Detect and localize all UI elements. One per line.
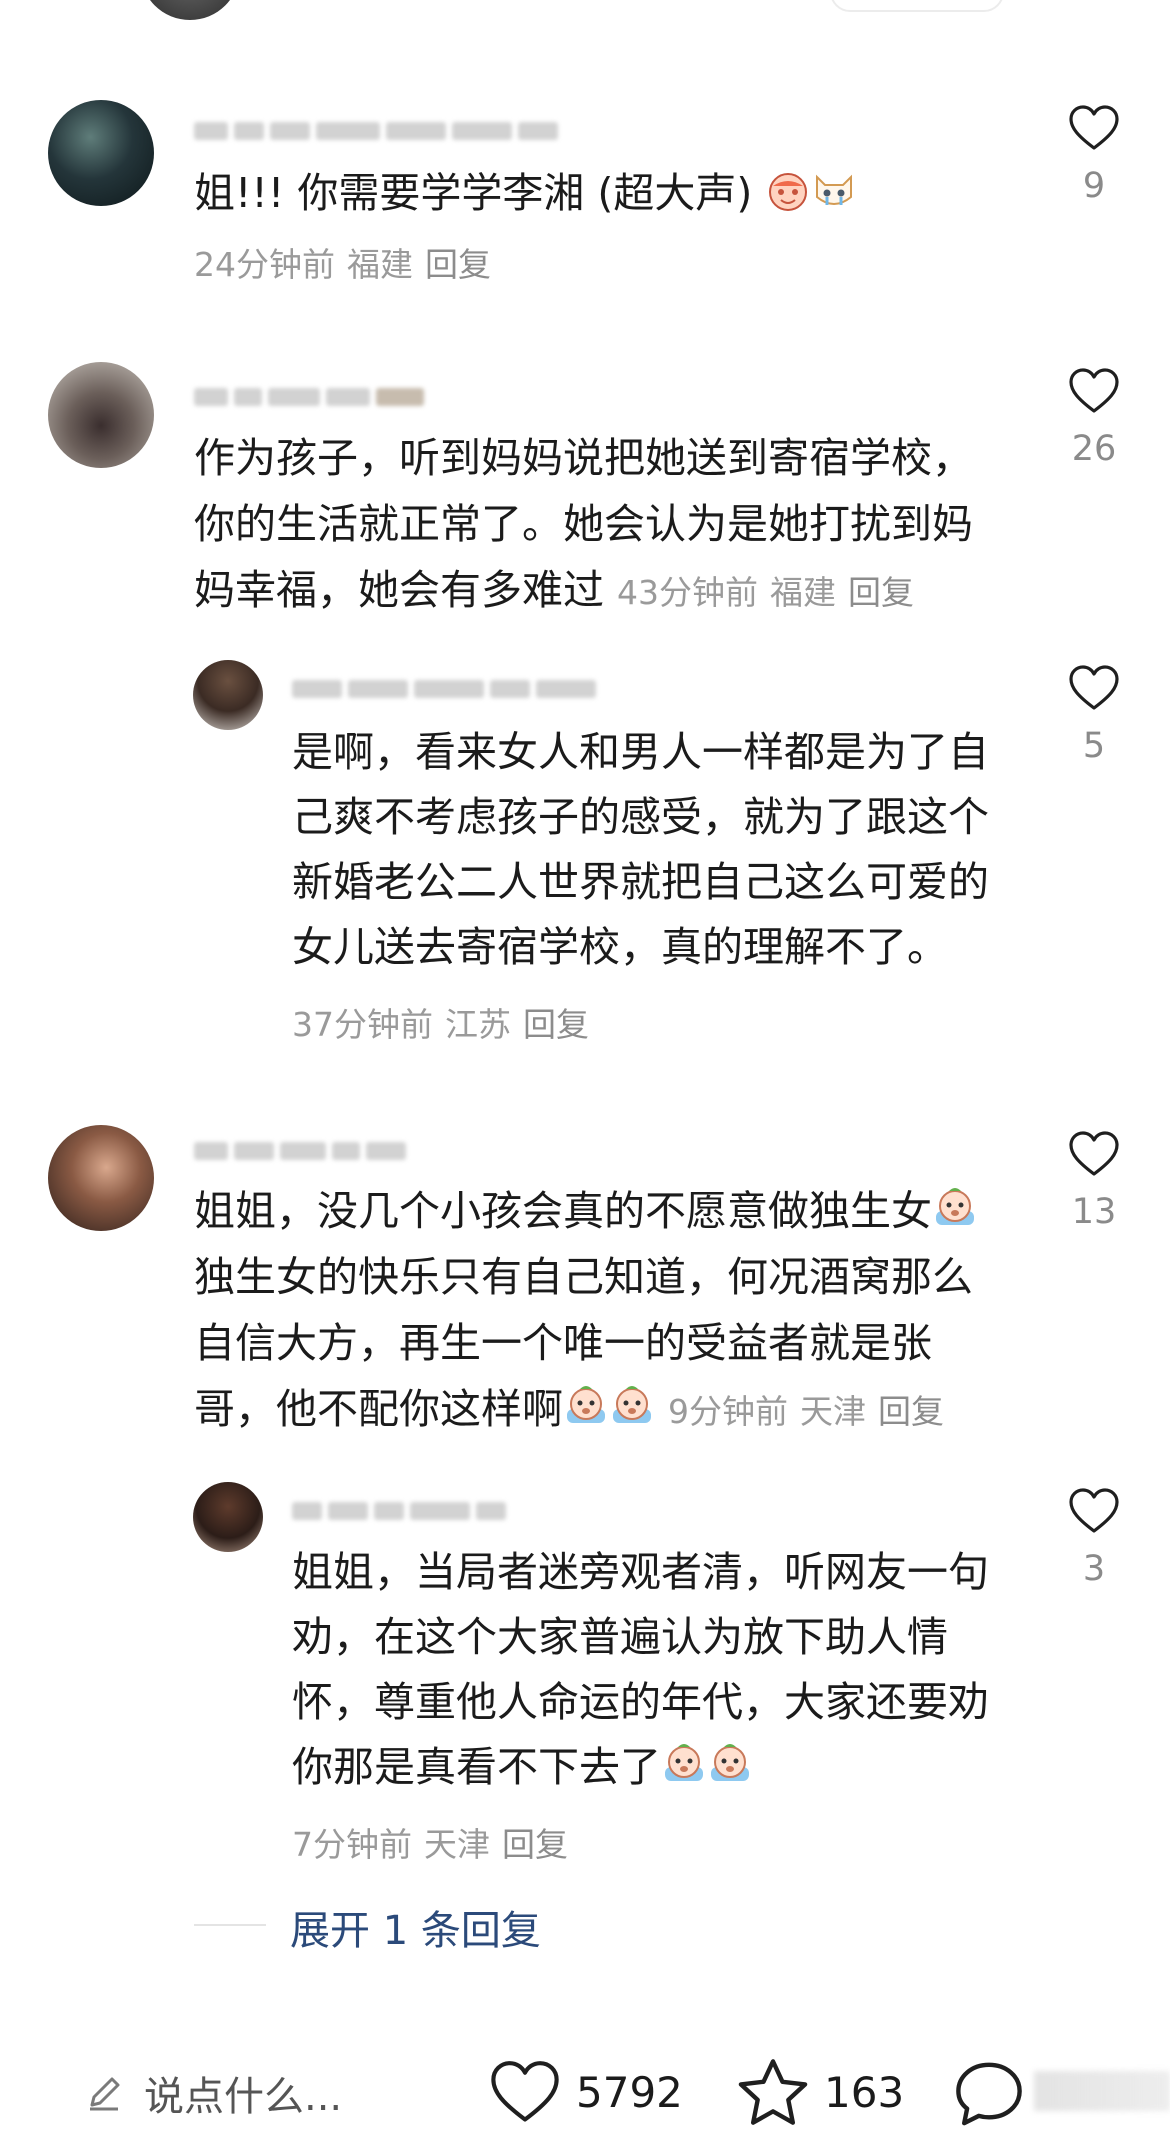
comment-button[interactable] (952, 2059, 1026, 2129)
reply-button[interactable]: 回复 (848, 573, 914, 612)
heart-icon (1069, 368, 1119, 413)
favorite-count: 163 (824, 2067, 905, 2117)
crying-cat-icon (811, 167, 857, 213)
avatar[interactable] (140, 0, 240, 20)
cry-laugh-face-icon (765, 167, 811, 213)
comment-input[interactable]: 说点什么... (84, 2065, 414, 2121)
like-count: 26 (1071, 429, 1117, 469)
timestamp: 7分钟前 (292, 1825, 412, 1864)
post-like-count: 5792 (576, 2067, 683, 2117)
avatar[interactable] (48, 362, 154, 468)
previous-action-button[interactable] (830, 0, 1004, 12)
avatar[interactable] (48, 1125, 154, 1231)
username-blurred[interactable] (194, 118, 558, 144)
star-icon (738, 2059, 808, 2125)
crying-baby-icon (563, 1383, 609, 1429)
like-button[interactable]: 3 (1054, 1487, 1134, 1589)
reply-button[interactable]: 回复 (425, 245, 491, 284)
heart-icon (491, 2061, 559, 2122)
comment-meta: 9分钟前 天津 回复 (668, 1392, 956, 1431)
comment-bubble-icon (956, 2062, 1022, 2126)
location: 福建 (770, 573, 837, 612)
like-button[interactable]: 13 (1054, 1130, 1134, 1232)
comment-text: 作为孩子，听到妈妈说把她送到寄宿学校， 你的生活就正常了。她会认为是她打扰到妈 … (194, 434, 973, 614)
crying-baby-icon (661, 1741, 707, 1787)
username-blurred[interactable] (292, 1498, 506, 1524)
like-count: 5 (1082, 726, 1106, 766)
heart-icon (1069, 105, 1119, 150)
comment-text: 姐姐，没几个小孩会真的不愿意做独生女 独生女的快乐只有自己知道，何况酒窝那么 自… (194, 1178, 1034, 1445)
crying-baby-icon (932, 1185, 978, 1231)
like-button[interactable]: 26 (1054, 367, 1134, 469)
heart-icon (1069, 1488, 1119, 1533)
comment-meta: 43分钟前 福建 回复 (617, 573, 926, 612)
reply-text: 姐姐，当局者迷旁观者清，听网友一句 劝，在这个大家普遍认为放下助人情 怀，尊重他… (292, 1548, 989, 1791)
like-button[interactable]: 9 (1054, 104, 1134, 206)
reply-meta: 7分钟前 天津 回复 (292, 1818, 580, 1866)
comment-input-placeholder: 说点什么... (144, 2074, 343, 2120)
like-button[interactable]: 5 (1054, 664, 1134, 766)
watermark-blurred (1034, 2071, 1170, 2111)
pencil-icon (90, 2077, 120, 2111)
avatar[interactable] (193, 660, 263, 730)
like-count: 13 (1071, 1192, 1117, 1232)
bottom-action-bar: 说点什么... 5792 163 (0, 2045, 1170, 2138)
heart-icon (1069, 1131, 1119, 1176)
timestamp: 24分钟前 (194, 245, 335, 284)
reply-button[interactable]: 回复 (523, 1005, 589, 1044)
location: 天津 (424, 1825, 490, 1864)
avatar[interactable] (48, 100, 154, 206)
post-like-button[interactable]: 5792 (488, 2059, 683, 2125)
timestamp: 43分钟前 (617, 573, 759, 612)
username-blurred[interactable] (194, 1138, 406, 1164)
reply-button[interactable]: 回复 (502, 1825, 568, 1864)
comment-meta: 24分钟前 福建 回复 (194, 238, 503, 286)
reply-text: 是啊，看来女人和男人一样都是为了自 己爽不考虑孩子的感受，就为了跟这个 新婚老公… (292, 728, 989, 971)
comment-text: 姐!!! 你需要学学李湘 (超大声) (194, 160, 857, 226)
heart-icon (1069, 665, 1119, 710)
divider (194, 1924, 266, 1926)
avatar[interactable] (193, 1482, 263, 1552)
favorite-button[interactable]: 163 (736, 2057, 904, 2127)
expand-replies-button[interactable]: 展开 1 条回复 (290, 1898, 541, 1956)
crying-baby-icon (609, 1383, 655, 1429)
username-blurred[interactable] (194, 384, 424, 410)
location: 天津 (800, 1392, 867, 1431)
reply-meta: 37分钟前 江苏 回复 (292, 998, 601, 1046)
like-count: 3 (1082, 1549, 1106, 1589)
username-blurred[interactable] (292, 676, 596, 702)
timestamp: 9分钟前 (668, 1392, 789, 1431)
timestamp: 37分钟前 (292, 1005, 433, 1044)
reply-button[interactable]: 回复 (878, 1392, 944, 1431)
crying-baby-icon (707, 1741, 753, 1787)
like-count: 9 (1082, 166, 1106, 206)
location: 江苏 (445, 1005, 511, 1044)
location: 福建 (347, 245, 413, 284)
